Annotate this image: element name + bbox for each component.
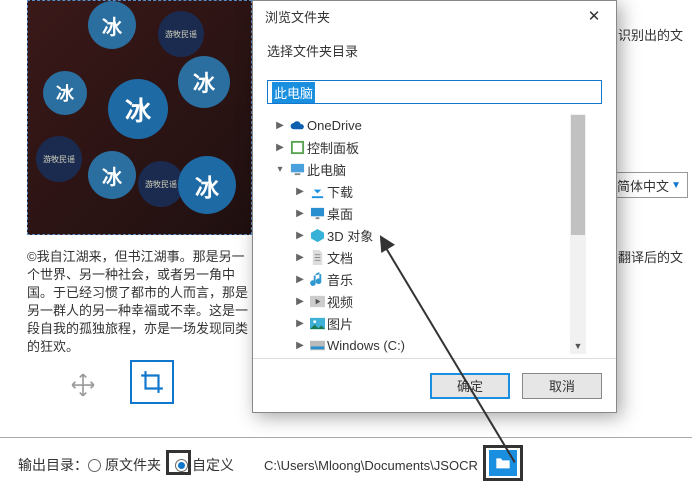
folder-tree: ▶ OneDrive ▶ 控制面板 ▾ 此电脑 ▶ 下载 bbox=[267, 114, 602, 354]
tree-item-control-panel[interactable]: ▶ 控制面板 bbox=[267, 136, 586, 158]
tree-item-onedrive[interactable]: ▶ OneDrive bbox=[267, 114, 586, 136]
document-icon bbox=[307, 250, 327, 265]
control-panel-icon bbox=[287, 140, 307, 155]
dialog-footer: 确定 取消 bbox=[253, 358, 616, 412]
crop-button[interactable] bbox=[130, 360, 174, 404]
dialog-subtitle: 选择文件夹目录 bbox=[267, 41, 602, 60]
expand-icon[interactable]: ▶ bbox=[273, 120, 287, 131]
input-value-selected: 此电脑 bbox=[272, 82, 315, 103]
dialog-title: 浏览文件夹 bbox=[265, 7, 330, 26]
badge: 冰 bbox=[43, 71, 87, 115]
tree-item-pictures[interactable]: ▶ 图片 bbox=[267, 312, 586, 334]
cloud-icon bbox=[287, 118, 307, 133]
tree-item-drive-c[interactable]: ▶ Windows (C:) bbox=[267, 334, 586, 354]
tree-scrollbar[interactable]: ▲ ▼ bbox=[570, 114, 586, 354]
badge: 游牧民谣 bbox=[36, 136, 82, 182]
label-recognized: 识别出的文 bbox=[618, 25, 683, 44]
music-icon bbox=[307, 272, 327, 287]
tree-item-desktop[interactable]: ▶ 桌面 bbox=[267, 202, 586, 224]
tree-item-this-pc[interactable]: ▾ 此电脑 bbox=[267, 158, 586, 180]
tree-item-documents[interactable]: ▶ 文档 bbox=[267, 246, 586, 268]
badge: 冰 bbox=[88, 151, 136, 199]
close-button[interactable]: ✕ bbox=[580, 5, 608, 27]
badge: 冰 bbox=[178, 56, 230, 108]
scroll-down-icon[interactable]: ▼ bbox=[570, 338, 586, 354]
expand-icon[interactable]: ▶ bbox=[293, 318, 307, 329]
picture-icon bbox=[307, 316, 327, 331]
expand-icon[interactable]: ▶ bbox=[273, 142, 287, 153]
language-select[interactable]: 简体中文 ▼ bbox=[610, 172, 688, 198]
scroll-thumb[interactable] bbox=[571, 115, 585, 235]
badge: 冰 bbox=[178, 156, 236, 214]
annotation-box bbox=[166, 450, 191, 475]
expand-icon[interactable]: ▶ bbox=[293, 252, 307, 263]
output-label: 输出目录： bbox=[18, 455, 88, 475]
browse-folder-dialog: 浏览文件夹 ✕ 选择文件夹目录 此电脑 ▶ OneDrive ▶ 控制面板 ▾ bbox=[252, 0, 617, 413]
pc-icon bbox=[287, 162, 307, 177]
label-translated: 翻译后的文 bbox=[618, 247, 683, 266]
radio-custom-label[interactable]: 自定义 bbox=[192, 455, 234, 475]
folder-path-input[interactable]: 此电脑 bbox=[267, 80, 602, 104]
output-path: C:\Users\Mloong\Documents\JSOCR bbox=[264, 458, 478, 473]
radio-original-label[interactable]: 原文件夹 bbox=[105, 455, 161, 475]
tree-item-music[interactable]: ▶ 音乐 bbox=[267, 268, 586, 290]
ok-button[interactable]: 确定 bbox=[430, 373, 510, 399]
image-caption: ©我自江湖来，但书江湖事。那是另一个世界、另一种社会，或者另一角中国。于已经习惯… bbox=[27, 248, 252, 356]
badge: 冰 bbox=[108, 79, 168, 139]
cube-icon bbox=[307, 228, 327, 243]
video-icon bbox=[307, 294, 327, 309]
dialog-titlebar: 浏览文件夹 ✕ bbox=[253, 1, 616, 31]
expand-icon[interactable]: ▶ bbox=[293, 296, 307, 307]
badge: 冰 bbox=[88, 1, 136, 49]
tree-item-downloads[interactable]: ▶ 下载 bbox=[267, 180, 586, 202]
tree-item-3d-objects[interactable]: ▶ 3D 对象 bbox=[267, 224, 586, 246]
expand-icon[interactable]: ▶ bbox=[293, 274, 307, 285]
output-row: 输出目录： 原文件夹 自定义 C:\Users\Mloong\Documents… bbox=[18, 455, 478, 475]
cancel-button[interactable]: 取消 bbox=[522, 373, 602, 399]
desktop-icon bbox=[307, 206, 327, 221]
drive-icon bbox=[307, 338, 327, 353]
chevron-down-icon: ▼ bbox=[671, 180, 681, 191]
radio-original-folder[interactable] bbox=[88, 459, 101, 472]
move-icon[interactable] bbox=[68, 370, 98, 400]
expand-icon[interactable]: ▶ bbox=[293, 208, 307, 219]
tree-item-videos[interactable]: ▶ 视频 bbox=[267, 290, 586, 312]
preview-image: 冰 游牧民谣 冰 冰 冰 游牧民谣 冰 游牧民谣 冰 bbox=[27, 0, 252, 235]
expand-icon[interactable]: ▶ bbox=[293, 186, 307, 197]
divider bbox=[0, 437, 692, 438]
language-value: 简体中文 bbox=[617, 176, 669, 195]
collapse-icon[interactable]: ▾ bbox=[273, 164, 287, 175]
badge: 游牧民谣 bbox=[158, 11, 204, 57]
downloads-icon bbox=[307, 184, 327, 199]
expand-icon[interactable]: ▶ bbox=[293, 230, 307, 241]
annotation-box bbox=[483, 445, 523, 481]
expand-icon[interactable]: ▶ bbox=[293, 340, 307, 351]
